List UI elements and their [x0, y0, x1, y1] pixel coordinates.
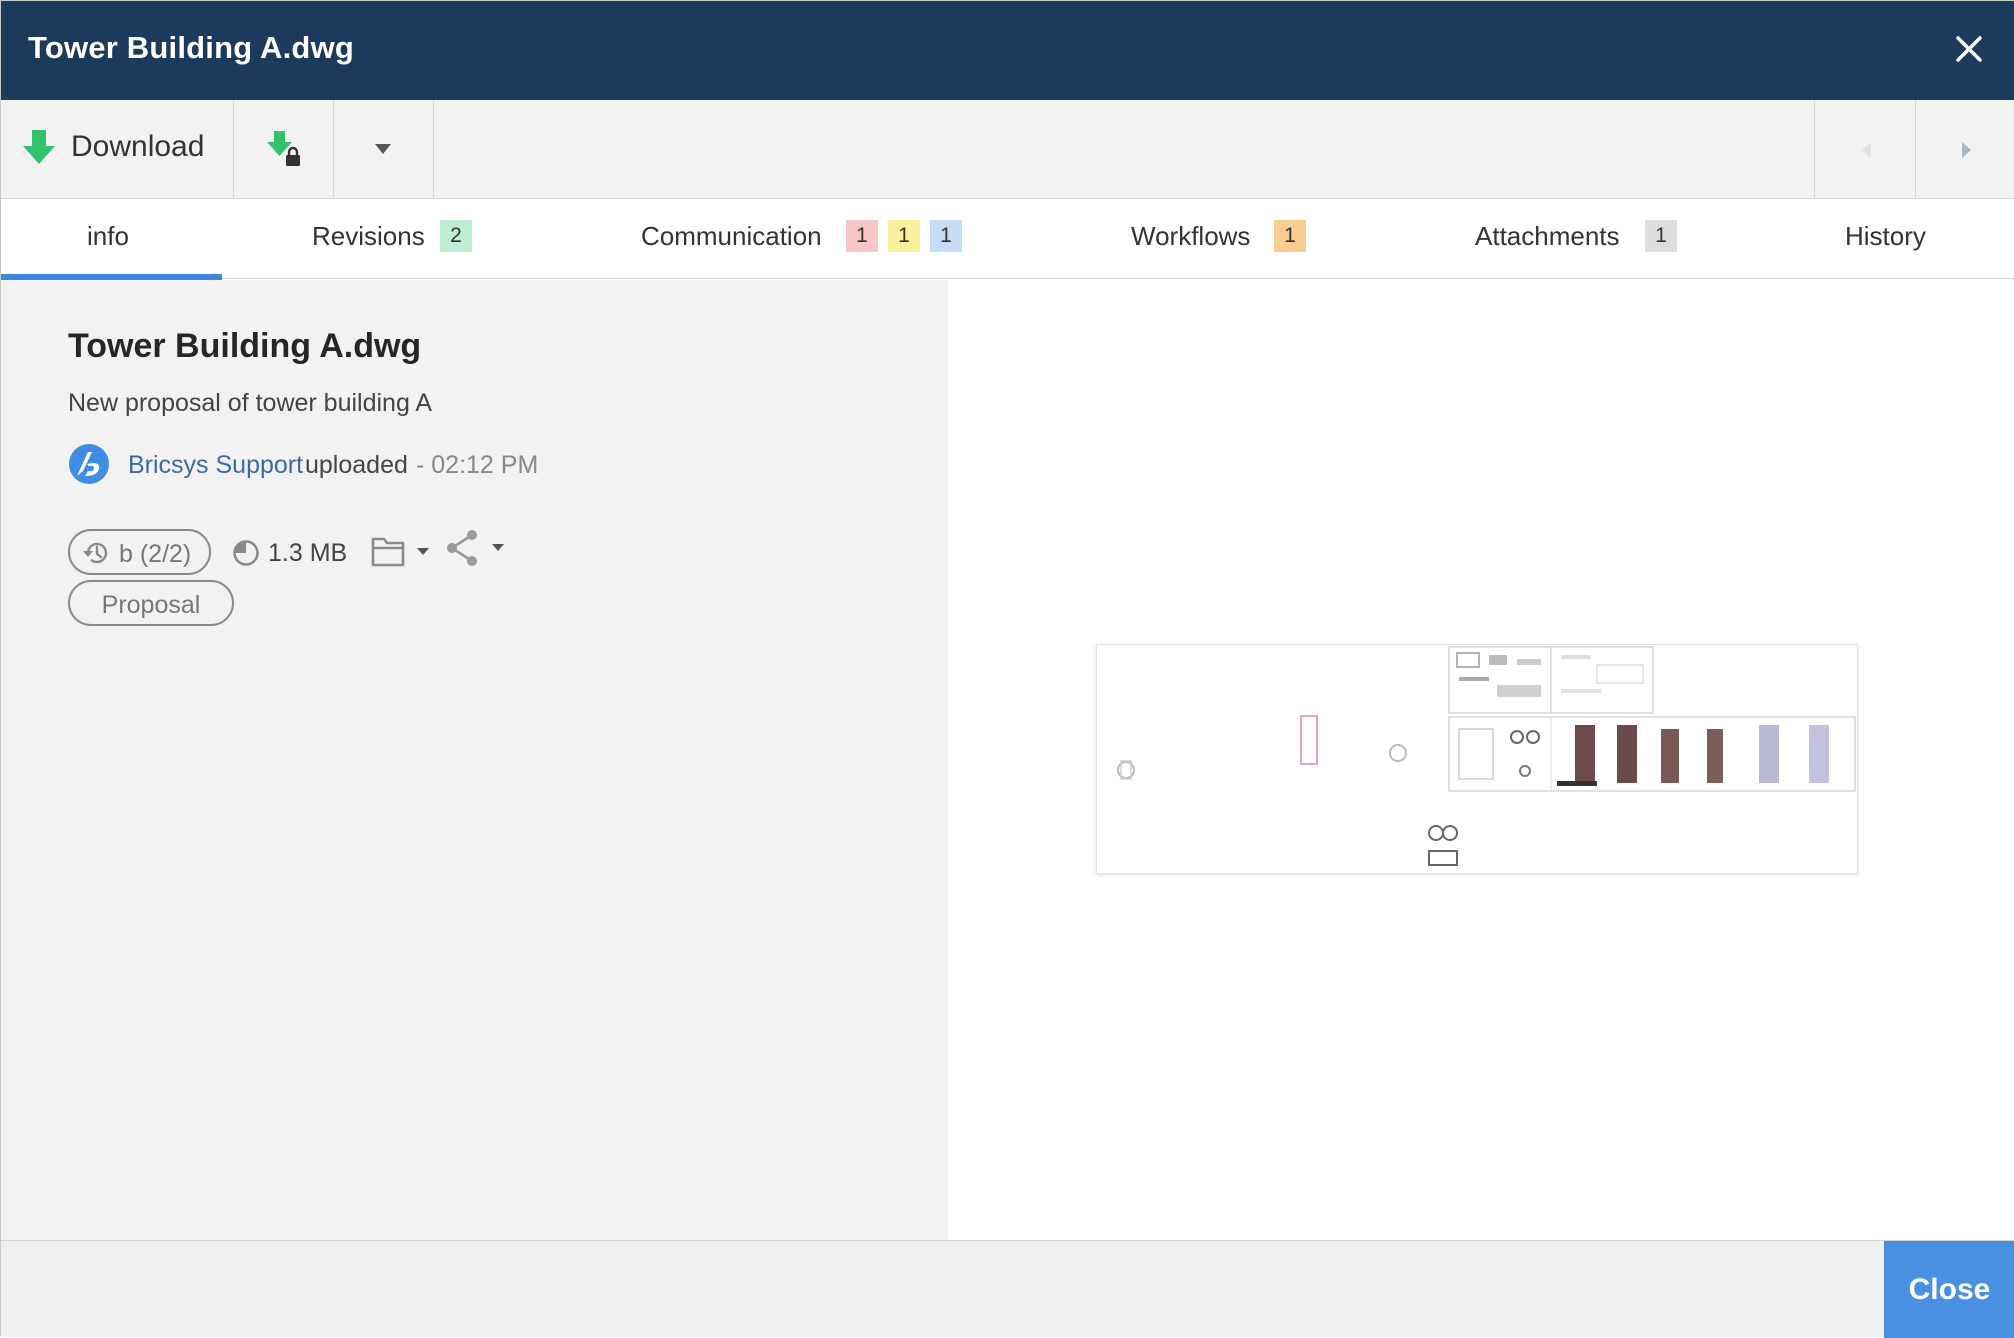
document-description: New proposal of tower building A — [68, 389, 433, 417]
tab-label: Attachments — [1475, 221, 1620, 251]
metadata-row: b (2/2) 1.3 MB — [68, 529, 868, 575]
caret-down-icon — [375, 144, 391, 154]
revisions-count-badge: 2 — [440, 220, 472, 252]
dialog-footer: Close — [1, 1240, 2014, 1338]
tag-label: Proposal — [101, 591, 201, 619]
workflows-count-badge: 1 — [1274, 220, 1306, 252]
tag-pill[interactable]: Proposal — [68, 580, 234, 626]
upload-action-text: uploaded — [305, 451, 408, 479]
download-button[interactable]: Download — [1, 100, 234, 199]
download-lock-icon — [267, 131, 300, 166]
tab-bar: info Revisions 2 Communication 1 1 1 Wor… — [1, 199, 2014, 280]
drawing-preview-image — [1097, 645, 1857, 873]
drawing-preview-thumbnail[interactable] — [1096, 644, 1858, 874]
tab-workflows[interactable]: Workflows 1 — [1121, 199, 1311, 279]
revision-pill[interactable]: b (2/2) — [68, 529, 211, 575]
info-panel: Tower Building A.dwg New proposal of tow… — [1, 280, 948, 1240]
tab-label: Workflows — [1131, 221, 1251, 251]
title-bar: Tower Building A.dwg — [1, 1, 2014, 100]
secure-download-button[interactable] — [234, 100, 334, 199]
tab-history[interactable]: History — [1831, 199, 1961, 279]
tab-label: info — [87, 221, 129, 251]
preview-pane — [948, 280, 2014, 1240]
tab-communication[interactable]: Communication 1 1 1 — [631, 199, 971, 279]
document-title: Tower Building A.dwg — [68, 327, 422, 365]
next-document-button[interactable] — [1916, 100, 2014, 199]
attachments-count-badge: 1 — [1645, 220, 1677, 252]
share-menu-button[interactable] — [446, 529, 512, 571]
previous-document-button[interactable] — [1814, 100, 1916, 199]
tab-label: History — [1845, 221, 1926, 251]
folder-menu-button[interactable] — [370, 531, 434, 571]
document-dialog: Tower Building A.dwg Download info Revis… — [0, 0, 2014, 1338]
close-button[interactable]: Close — [1884, 1241, 2014, 1338]
pie-icon — [233, 540, 259, 566]
communication-badge-blue: 1 — [930, 220, 962, 252]
caret-right-icon — [1962, 142, 1971, 158]
more-options-button[interactable] — [334, 100, 434, 199]
communication-badge-red: 1 — [846, 220, 878, 252]
tab-revisions[interactable]: Revisions 2 — [301, 199, 481, 279]
uploader-name-link[interactable]: Bricsys Support — [128, 451, 303, 480]
tab-label: Revisions — [312, 221, 425, 251]
history-icon — [83, 542, 108, 564]
upload-time: - 02:12 PM — [416, 451, 539, 479]
toolbar: Download — [1, 100, 2014, 199]
revision-label: b (2/2) — [119, 540, 192, 568]
tab-label: Communication — [641, 221, 822, 251]
bricsys-logo-icon — [69, 444, 109, 484]
tab-info[interactable]: info — [1, 199, 222, 280]
tab-attachments[interactable]: Attachments 1 — [1466, 199, 1686, 279]
download-label: Download — [71, 130, 205, 163]
folder-icon — [371, 537, 429, 567]
close-icon[interactable] — [1949, 29, 1989, 69]
share-icon — [447, 530, 504, 566]
communication-badge-yellow: 1 — [888, 220, 920, 252]
file-size: 1.3 MB — [268, 539, 348, 567]
dialog-title: Tower Building A.dwg — [28, 30, 355, 65]
caret-left-icon — [1862, 142, 1871, 158]
download-arrow-icon — [23, 130, 55, 164]
